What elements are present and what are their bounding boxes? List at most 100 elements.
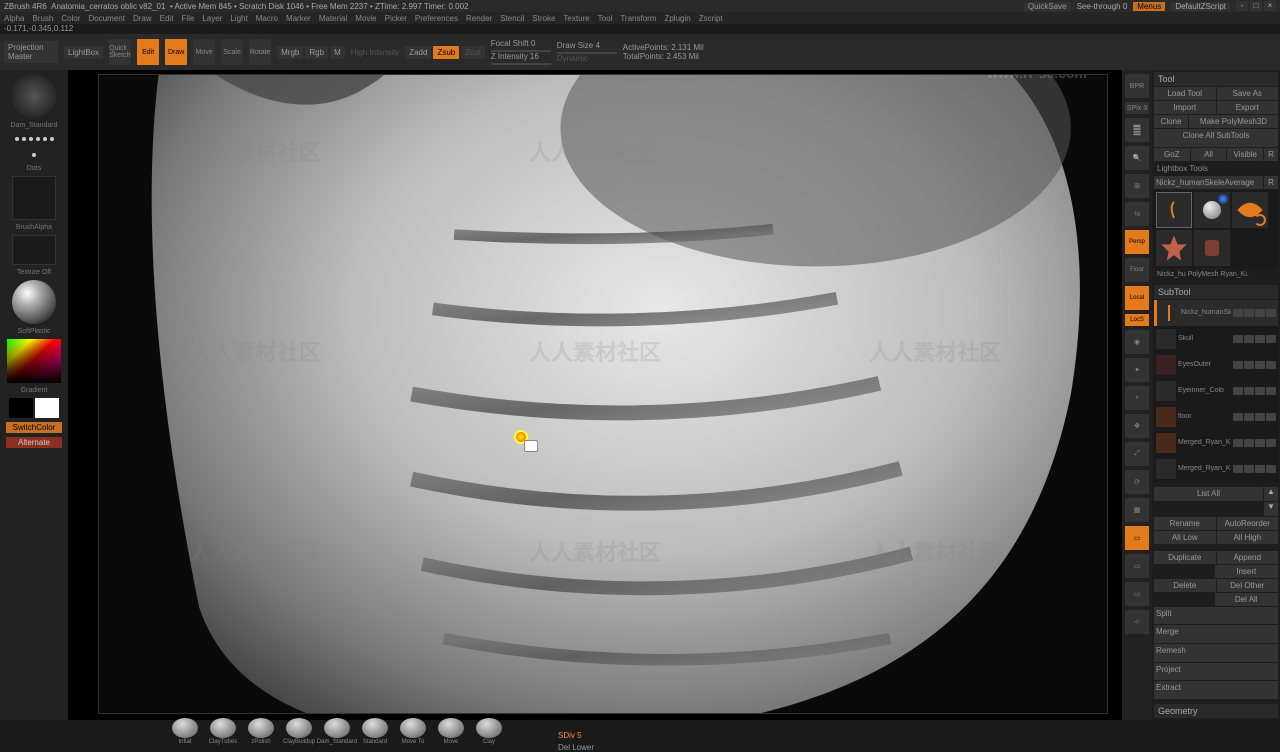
brush-moveto[interactable]: Move To bbox=[396, 718, 430, 748]
close-button[interactable]: × bbox=[1264, 1, 1276, 11]
zsub-button[interactable]: Zsub bbox=[433, 46, 459, 59]
transp-icon[interactable]: ▭ bbox=[1125, 526, 1149, 550]
menu-stencil[interactable]: Stencil bbox=[500, 14, 524, 23]
alternate-button[interactable]: Alternate bbox=[6, 437, 62, 448]
draw-size-slider[interactable]: Draw Size 4 Dynamic bbox=[557, 41, 617, 63]
zoom-icon[interactable]: 🔍 bbox=[1125, 146, 1149, 170]
r-button-2[interactable]: R bbox=[1264, 176, 1278, 189]
export-button[interactable]: Export bbox=[1217, 101, 1279, 114]
tool-name[interactable]: Nickz_humanSkeleAverage bbox=[1154, 176, 1263, 189]
sdiv-slider[interactable]: SDiv 5 bbox=[558, 731, 582, 740]
locs-button[interactable]: LocS bbox=[1125, 314, 1149, 326]
tool-header[interactable]: Tool bbox=[1154, 72, 1278, 86]
local-button[interactable]: Local bbox=[1125, 286, 1149, 310]
tool-thumb-2[interactable] bbox=[1194, 192, 1230, 228]
gradient-label[interactable]: Gradient bbox=[21, 387, 48, 394]
nav-scale-icon[interactable]: ⤢ bbox=[1125, 442, 1149, 466]
load-tool-button[interactable]: Load Tool bbox=[1154, 87, 1216, 100]
delete-button[interactable]: Delete bbox=[1154, 579, 1216, 592]
subtool-item[interactable]: floor bbox=[1154, 404, 1278, 430]
xyz-icon[interactable]: ⊹ bbox=[1125, 610, 1149, 634]
default-zscript[interactable]: DefaultZScript bbox=[1171, 2, 1230, 11]
merge-section[interactable]: Merge bbox=[1154, 625, 1278, 643]
focal-shift-slider[interactable]: Focal Shift 0 Z Intensity 16 bbox=[491, 39, 551, 65]
frame-icon[interactable]: ✦ bbox=[1125, 358, 1149, 382]
l-icon[interactable]: ◉ bbox=[1125, 330, 1149, 354]
menu-document[interactable]: Document bbox=[89, 14, 125, 23]
viewport[interactable]: 人人素材社区 人人素材社区 人人素材社区 人人素材社区 人人素材社区 人人素材社… bbox=[98, 74, 1108, 714]
tool-thumb-5[interactable] bbox=[1194, 230, 1230, 266]
menu-zplugin[interactable]: Zplugin bbox=[664, 14, 690, 23]
swatch-secondary[interactable] bbox=[9, 398, 33, 418]
seethrough-slider[interactable]: See-through 0 bbox=[1077, 2, 1128, 11]
canvas-area[interactable]: 人人素材社区 人人素材社区 人人素材社区 人人素材社区 人人素材社区 人人素材社… bbox=[68, 70, 1122, 720]
list-all-button[interactable]: List All bbox=[1154, 487, 1263, 501]
scroll-icon[interactable] bbox=[1125, 118, 1149, 142]
maximize-button[interactable]: □ bbox=[1250, 1, 1262, 11]
subtool-item[interactable]: Nickz_humanSkeleton bbox=[1154, 300, 1278, 326]
goz-all-button[interactable]: All bbox=[1191, 148, 1227, 161]
menu-movie[interactable]: Movie bbox=[355, 14, 376, 23]
brush-inflat[interactable]: Inflat bbox=[168, 718, 202, 748]
clone-all-button[interactable]: Clone All SubTools bbox=[1154, 129, 1278, 147]
menu-edit[interactable]: Edit bbox=[160, 14, 174, 23]
tool-thumb-1[interactable] bbox=[1156, 192, 1192, 228]
menu-material[interactable]: Material bbox=[319, 14, 347, 23]
actual-icon[interactable]: ⊞ bbox=[1125, 174, 1149, 198]
zcut-button[interactable]: Zcut bbox=[461, 46, 485, 59]
spix-button[interactable]: SPix 3 bbox=[1125, 102, 1149, 114]
edit-button[interactable]: Edit bbox=[137, 39, 159, 65]
menu-layer[interactable]: Layer bbox=[202, 14, 222, 23]
draw-button[interactable]: Draw bbox=[165, 39, 187, 65]
menu-light[interactable]: Light bbox=[230, 14, 247, 23]
move-button[interactable]: Move bbox=[193, 39, 215, 65]
menus-button[interactable]: Menus bbox=[1133, 2, 1165, 11]
insert-button[interactable]: Insert bbox=[1215, 565, 1279, 578]
menu-color[interactable]: Color bbox=[61, 14, 80, 23]
menu-transform[interactable]: Transform bbox=[620, 14, 656, 23]
quicksketch-button[interactable]: Quick Sketch bbox=[109, 39, 131, 65]
lightbox-tools-label[interactable]: Lightbox Tools bbox=[1154, 162, 1278, 175]
persp-button[interactable]: Persp bbox=[1125, 230, 1149, 254]
brush-damstandard[interactable]: Dam_Standard bbox=[320, 718, 354, 748]
extract-section[interactable]: Extract bbox=[1154, 681, 1278, 699]
goz-visible-button[interactable]: Visible bbox=[1227, 148, 1263, 161]
menu-brush[interactable]: Brush bbox=[32, 14, 53, 23]
bpr-button[interactable]: BPR bbox=[1125, 74, 1149, 98]
mrgb-button[interactable]: Mrgb bbox=[277, 46, 303, 59]
nav-move-icon[interactable]: ✥ bbox=[1125, 414, 1149, 438]
quicksave-button[interactable]: QuickSave bbox=[1024, 2, 1071, 11]
floor-button[interactable]: Floor bbox=[1125, 258, 1149, 282]
subtool-list[interactable]: Nickz_humanSkeleton Skull EyesOuter Eyei… bbox=[1154, 300, 1278, 482]
brush-claybuildup[interactable]: ClayBuildup bbox=[282, 718, 316, 748]
xpose-icon[interactable]: ⚬ bbox=[1125, 386, 1149, 410]
menu-zscript[interactable]: Zscript bbox=[699, 14, 723, 23]
minimize-button[interactable]: - bbox=[1236, 1, 1248, 11]
menu-render[interactable]: Render bbox=[466, 14, 492, 23]
brush-zpolish[interactable]: zPolish bbox=[244, 718, 278, 748]
rgb-button[interactable]: Rgb bbox=[305, 46, 328, 59]
lightbox-button[interactable]: LightBox bbox=[64, 46, 103, 59]
r-button[interactable]: R bbox=[1264, 148, 1278, 161]
alpha-thumbnail[interactable] bbox=[12, 176, 56, 220]
menu-alpha[interactable]: Alpha bbox=[4, 14, 24, 23]
brush-move[interactable]: Move bbox=[434, 718, 468, 748]
geometry-header[interactable]: Geometry bbox=[1154, 704, 1278, 718]
material-thumbnail[interactable] bbox=[12, 280, 56, 324]
menu-marker[interactable]: Marker bbox=[286, 14, 311, 23]
menu-macro[interactable]: Macro bbox=[256, 14, 278, 23]
tool-thumb-4[interactable] bbox=[1156, 230, 1192, 266]
menu-preferences[interactable]: Preferences bbox=[415, 14, 458, 23]
texture-thumbnail[interactable] bbox=[12, 235, 56, 265]
save-as-button[interactable]: Save As bbox=[1217, 87, 1279, 100]
menu-draw[interactable]: Draw bbox=[133, 14, 152, 23]
brush-claytubes[interactable]: ClayTubes bbox=[206, 718, 240, 748]
tool-thumb-3[interactable] bbox=[1232, 192, 1268, 228]
color-swatches[interactable] bbox=[9, 398, 59, 418]
append-button[interactable]: Append bbox=[1217, 551, 1279, 564]
stroke-thumbnail[interactable] bbox=[12, 133, 56, 161]
rotate-button[interactable]: Rotate bbox=[249, 39, 271, 65]
projection-master-button[interactable]: Projection Master bbox=[4, 41, 58, 63]
arrow-down-icon[interactable]: ▼ bbox=[1264, 502, 1278, 516]
polyf-icon[interactable]: ▦ bbox=[1125, 498, 1149, 522]
